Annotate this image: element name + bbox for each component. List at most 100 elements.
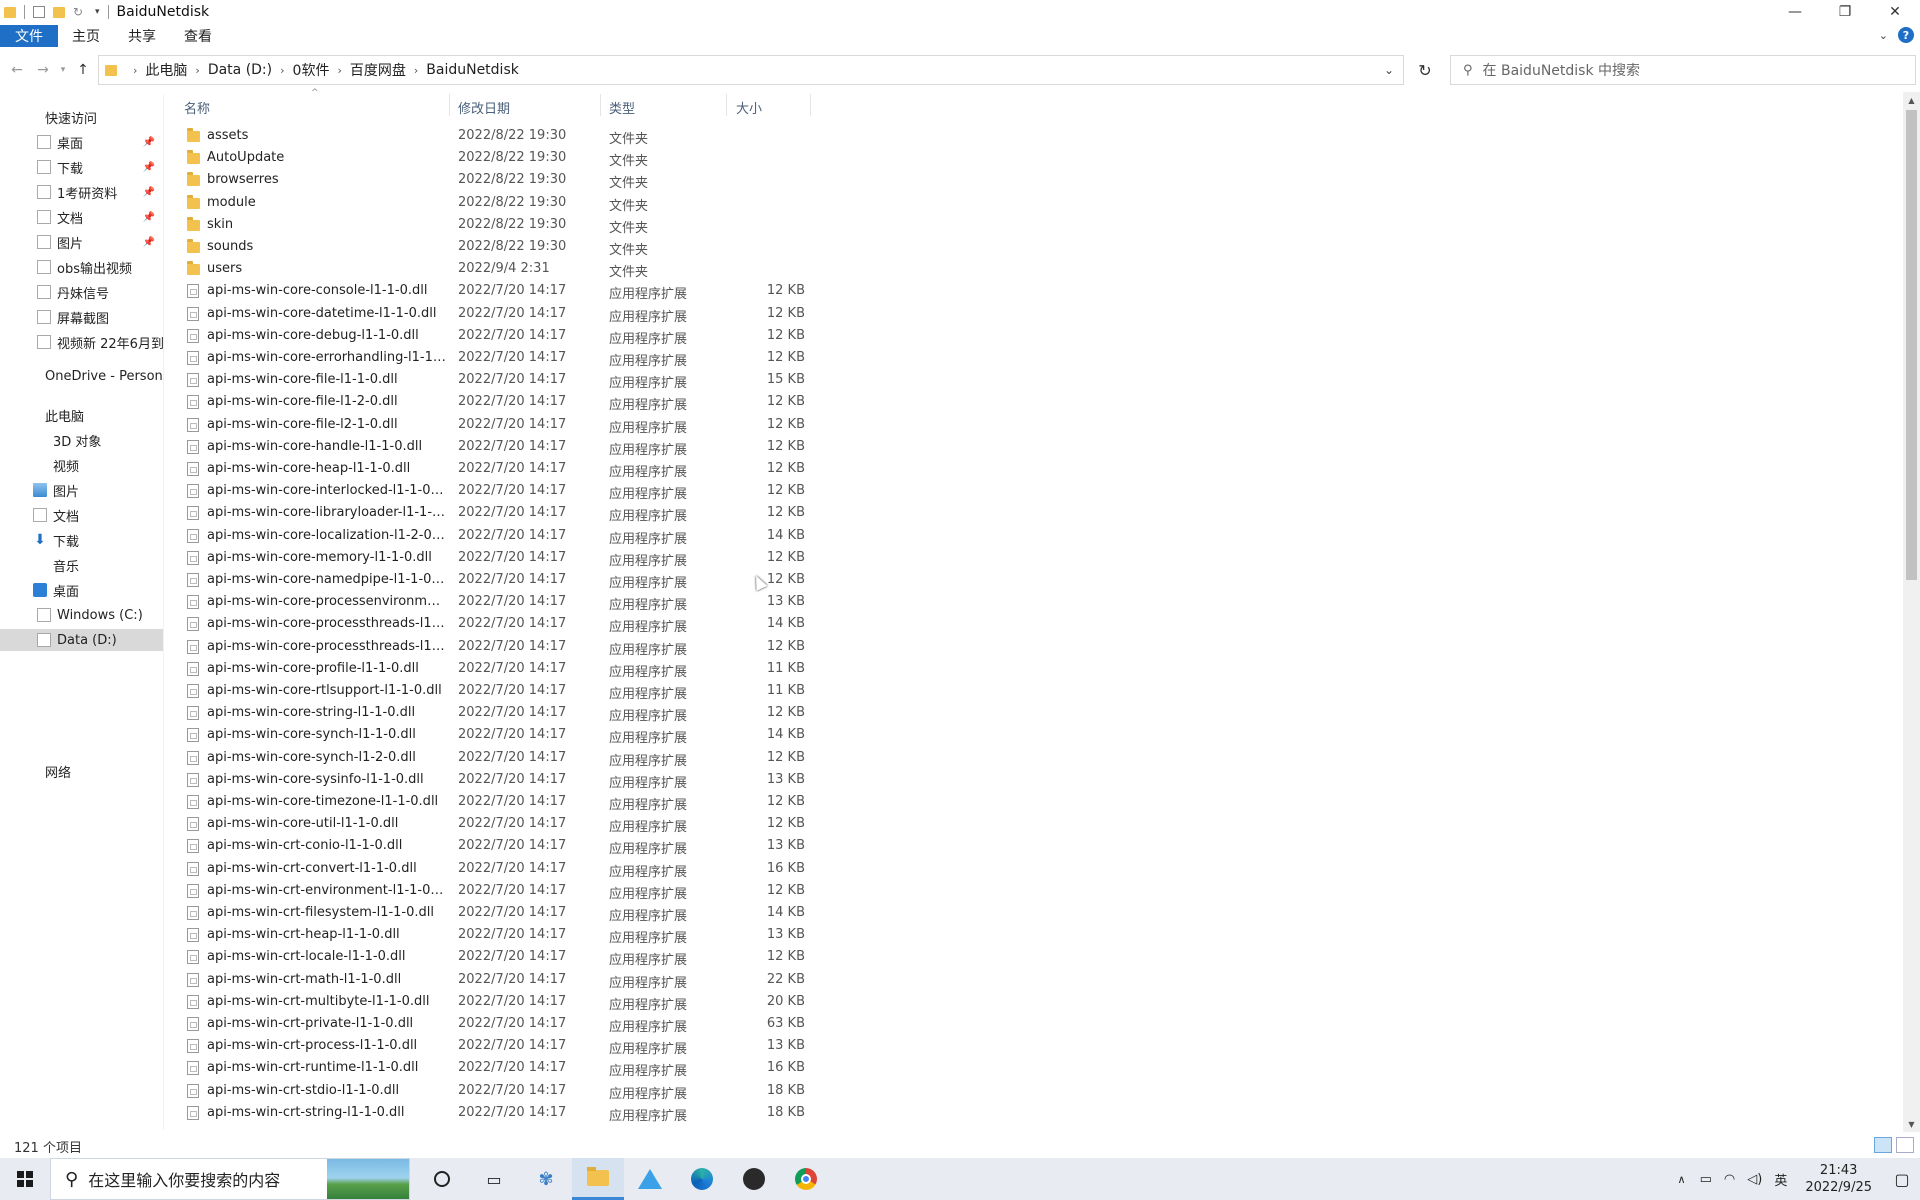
file-row[interactable]: api-ms-win-core-file-l1-1-0.dll 2022/7/20… <box>170 369 810 391</box>
up-button[interactable]: ↑ <box>70 55 96 85</box>
tab-home[interactable]: 主页 <box>58 25 114 47</box>
file-row[interactable]: skin 2022/8/22 19:30 文件夹 <box>170 214 810 236</box>
tab-view[interactable]: 查看 <box>170 25 226 47</box>
volume-icon[interactable]: ◁) <box>1747 1172 1762 1187</box>
file-row[interactable]: api-ms-win-core-localization-l1-2-0.dll 2… <box>170 525 810 547</box>
file-row[interactable]: api-ms-win-crt-convert-l1-1-0.dll 2022/7/… <box>170 858 810 880</box>
taskbar-search-input[interactable]: ⚲ 在这里输入你要搜索的内容 <box>50 1158 410 1200</box>
nav-pictures-pinned[interactable]: 图片 📌 <box>0 231 163 253</box>
column-header-name[interactable]: 名称 <box>184 98 210 117</box>
file-row[interactable]: api-ms-win-crt-filesystem-l1-1-0.dll 2022… <box>170 902 810 924</box>
column-divider[interactable] <box>726 94 727 116</box>
nav-network[interactable]: 网络 <box>0 760 163 782</box>
minimize-button[interactable]: — <box>1770 0 1820 24</box>
battery-icon[interactable]: ▭ <box>1700 1172 1712 1187</box>
chevron-right-icon[interactable]: › <box>337 64 341 77</box>
pane-divider[interactable] <box>163 95 164 1130</box>
file-row[interactable]: api-ms-win-core-file-l1-2-0.dll 2022/7/20… <box>170 391 810 413</box>
file-row[interactable]: assets 2022/8/22 19:30 文件夹 <box>170 125 810 147</box>
breadcrumb-data-d[interactable]: Data (D:) <box>208 62 272 78</box>
nav-music[interactable]: 音乐 <box>0 554 163 576</box>
file-row[interactable]: api-ms-win-core-interlocked-l1-1-0.dll 20… <box>170 480 810 502</box>
nav-videos-new[interactable]: 视频新 22年6月到9 <box>0 331 163 353</box>
chevron-right-icon[interactable]: › <box>195 64 199 77</box>
address-history-chevron-icon[interactable]: ⌄ <box>1375 56 1403 84</box>
scroll-up-arrow-icon[interactable]: ▲ <box>1903 92 1920 108</box>
breadcrumb-baidunetdisk[interactable]: BaiduNetdisk <box>426 62 519 78</box>
start-button[interactable] <box>0 1158 50 1200</box>
file-row[interactable]: browserres 2022/8/22 19:30 文件夹 <box>170 169 810 191</box>
recent-locations-chevron-icon[interactable]: ▾ <box>56 55 70 85</box>
file-row[interactable]: api-ms-win-core-console-l1-1-0.dll 2022/7… <box>170 280 810 302</box>
column-divider[interactable] <box>449 94 450 116</box>
file-row[interactable]: api-ms-win-core-datetime-l1-1-0.dll 2022/… <box>170 303 810 325</box>
large-icons-view-button[interactable] <box>1896 1137 1914 1153</box>
file-row[interactable]: api-ms-win-crt-environment-l1-1-0.dll 202… <box>170 880 810 902</box>
file-row[interactable]: api-ms-win-core-heap-l1-1-0.dll 2022/7/20… <box>170 458 810 480</box>
nav-desktop[interactable]: 桌面 <box>0 579 163 601</box>
file-row[interactable]: api-ms-win-core-string-l1-1-0.dll 2022/7/… <box>170 702 810 724</box>
help-button[interactable]: ? <box>1898 27 1914 43</box>
file-row[interactable]: api-ms-win-core-debug-l1-1-0.dll 2022/7/2… <box>170 325 810 347</box>
nav-desktop-pinned[interactable]: 桌面 📌 <box>0 131 163 153</box>
nav-3d-objects[interactable]: 3D 对象 <box>0 429 163 451</box>
breadcrumb-baidu-pan[interactable]: 百度网盘 <box>350 60 406 80</box>
nav-downloads-pinned[interactable]: 下载 📌 <box>0 156 163 178</box>
file-row[interactable]: api-ms-win-core-synch-l1-2-0.dll 2022/7/2… <box>170 747 810 769</box>
search-input[interactable]: ⚲ 在 BaiduNetdisk 中搜索 <box>1450 55 1916 85</box>
maximize-button[interactable]: ❐ <box>1820 0 1870 24</box>
file-row[interactable]: api-ms-win-core-errorhandling-l1-1-... 20… <box>170 347 810 369</box>
ime-indicator[interactable]: 英 <box>1774 1170 1787 1189</box>
scroll-thumb[interactable] <box>1906 110 1917 580</box>
wifi-icon[interactable]: ◠ <box>1724 1172 1735 1187</box>
chevron-right-icon[interactable]: › <box>414 64 418 77</box>
file-row[interactable]: api-ms-win-core-namedpipe-l1-1-0.dll 2022… <box>170 569 810 591</box>
file-row[interactable]: api-ms-win-crt-private-l1-1-0.dll 2022/7/… <box>170 1013 810 1035</box>
nav-drive-d[interactable]: Data (D:) <box>0 629 163 651</box>
customize-qat-chevron-icon[interactable]: ▾ <box>95 7 100 17</box>
nav-documents-pinned[interactable]: 文档 📌 <box>0 206 163 228</box>
nav-kaoyan[interactable]: 1考研资料 📌 <box>0 181 163 203</box>
obs-icon[interactable] <box>728 1158 780 1200</box>
file-row[interactable]: api-ms-win-crt-string-l1-1-0.dll 2022/7/2… <box>170 1102 810 1124</box>
forward-button[interactable]: → <box>30 55 56 85</box>
file-row[interactable]: api-ms-win-crt-multibyte-l1-1-0.dll 2022/… <box>170 991 810 1013</box>
file-row[interactable]: api-ms-win-crt-conio-l1-1-0.dll 2022/7/20… <box>170 835 810 857</box>
column-header-type[interactable]: 类型 <box>609 98 635 117</box>
file-row[interactable]: api-ms-win-crt-locale-l1-1-0.dll 2022/7/2… <box>170 946 810 968</box>
column-header-date[interactable]: 修改日期 <box>458 98 510 117</box>
pinwheel-app-icon[interactable]: ✾ <box>520 1158 572 1200</box>
chevron-right-icon[interactable]: › <box>280 64 284 77</box>
file-row[interactable]: api-ms-win-core-timezone-l1-1-0.dll 2022/… <box>170 791 810 813</box>
nav-screenshots[interactable]: 屏幕截图 <box>0 306 163 328</box>
nav-videos[interactable]: 视频 <box>0 454 163 476</box>
nav-downloads[interactable]: ⬇ 下载 <box>0 529 163 551</box>
refresh-button[interactable]: ↻ <box>1410 55 1440 85</box>
file-row[interactable]: api-ms-win-core-libraryloader-l1-1-0....… <box>170 502 810 524</box>
triangle-app-icon[interactable] <box>624 1158 676 1200</box>
close-button[interactable]: ✕ <box>1870 0 1920 24</box>
back-button[interactable]: ← <box>4 55 30 85</box>
file-row[interactable]: api-ms-win-core-profile-l1-1-0.dll 2022/7… <box>170 658 810 680</box>
file-row[interactable]: api-ms-win-crt-math-l1-1-0.dll 2022/7/20 … <box>170 969 810 991</box>
file-row[interactable]: api-ms-win-core-processenvironmen... 2022… <box>170 591 810 613</box>
undo-icon[interactable]: ↻ <box>73 5 87 19</box>
file-row[interactable]: api-ms-win-crt-runtime-l1-1-0.dll 2022/7/… <box>170 1057 810 1079</box>
chevron-right-icon[interactable]: › <box>133 64 137 77</box>
vertical-scrollbar[interactable]: ▲ ▼ <box>1903 92 1920 1132</box>
column-divider[interactable] <box>810 94 811 116</box>
file-row[interactable]: api-ms-win-core-handle-l1-1-0.dll 2022/7/… <box>170 436 810 458</box>
file-row[interactable]: api-ms-win-core-processthreads-l1-1... 20… <box>170 613 810 635</box>
file-explorer-icon[interactable] <box>572 1158 624 1200</box>
file-row[interactable]: api-ms-win-core-processthreads-l1-1... 20… <box>170 636 810 658</box>
breadcrumb-software[interactable]: 0软件 <box>293 60 330 80</box>
file-row[interactable]: module 2022/8/22 19:30 文件夹 <box>170 192 810 214</box>
address-bar[interactable]: › 此电脑 › Data (D:) › 0软件 › 百度网盘 › BaiduNe… <box>98 55 1404 85</box>
notification-icon[interactable]: ▢ <box>1884 1170 1920 1189</box>
file-row[interactable]: users 2022/9/4 2:31 文件夹 <box>170 258 810 280</box>
nav-documents[interactable]: 文档 <box>0 504 163 526</box>
nav-onedrive[interactable]: OneDrive - Persona <box>0 365 163 387</box>
task-view-icon[interactable]: ▭ <box>468 1158 520 1200</box>
details-view-button[interactable] <box>1874 1137 1892 1153</box>
chevron-down-icon[interactable]: ⌄ <box>1879 29 1888 42</box>
